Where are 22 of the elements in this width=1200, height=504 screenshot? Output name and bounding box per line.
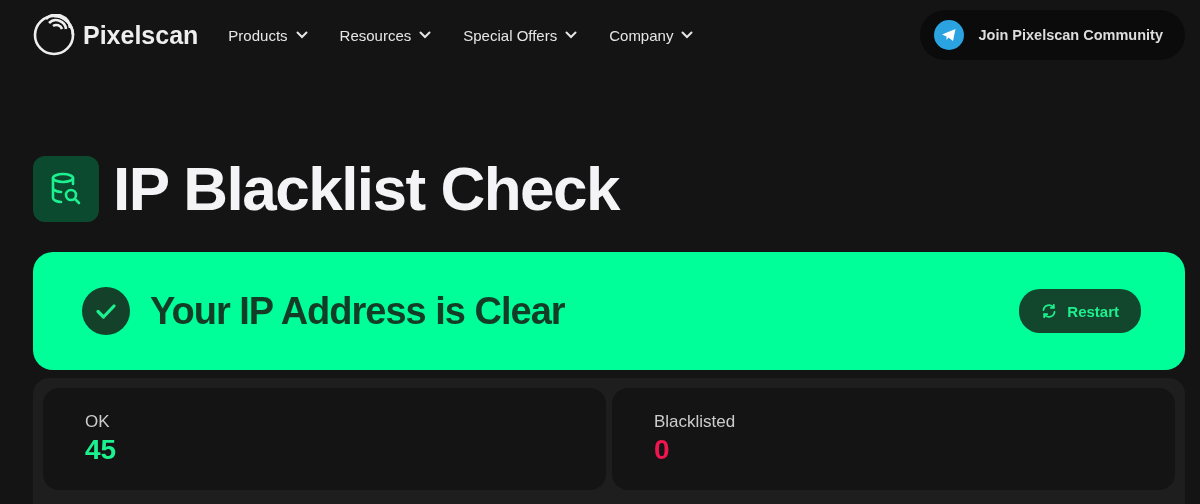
stat-value: 0 xyxy=(654,434,670,466)
paper-plane-icon xyxy=(934,20,965,50)
stat-label: OK xyxy=(85,412,110,432)
chevron-down-icon xyxy=(681,31,694,39)
chevron-down-icon xyxy=(565,31,578,39)
check-circle-icon xyxy=(82,287,130,335)
restart-button[interactable]: Restart xyxy=(1019,289,1141,333)
refresh-icon xyxy=(1041,303,1058,319)
result-message: Your IP Address is Clear xyxy=(150,289,565,333)
stat-value: 45 xyxy=(85,434,117,466)
chevron-down-icon xyxy=(295,31,308,39)
logo-text[interactable]: Pixelscan xyxy=(83,20,199,50)
nav-menu-item[interactable]: Products xyxy=(228,26,308,44)
nav-menu-item[interactable]: Special Offers xyxy=(463,26,578,44)
stat-label: Blacklisted xyxy=(654,412,736,432)
logo-icon xyxy=(33,14,75,56)
join-community-button[interactable]: Join Pixelscan Community xyxy=(920,10,1185,60)
chevron-down-icon xyxy=(419,31,432,39)
nav-menu-item[interactable]: Resources xyxy=(339,26,432,44)
database-search-icon xyxy=(33,156,99,222)
nav-menu-item[interactable]: Company xyxy=(609,26,694,44)
page-title: IP Blacklist Check xyxy=(113,158,620,220)
